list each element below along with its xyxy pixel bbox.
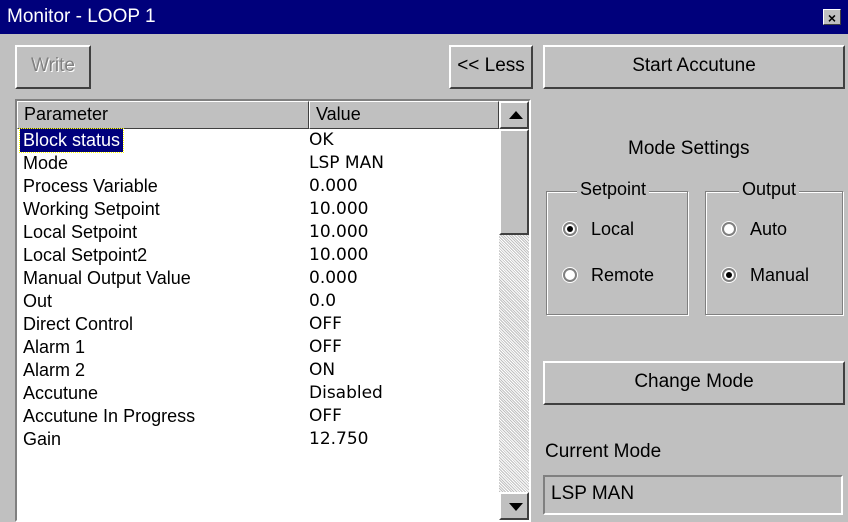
row-value: Disabled [309, 383, 383, 403]
column-header-value[interactable]: Value [309, 101, 499, 129]
radio-remote-indicator[interactable] [563, 268, 577, 282]
table-row[interactable]: Block status OK [17, 128, 499, 153]
table-row[interactable]: Alarm 1 OFF [17, 336, 499, 359]
parameter-list[interactable]: Parameter Value Block status OK Mode LSP MA… [15, 99, 531, 522]
close-icon: × [827, 10, 837, 26]
row-parameter: Out [23, 291, 53, 311]
arrow-down-icon [509, 503, 523, 511]
radio-auto-indicator[interactable] [722, 222, 736, 236]
window-title: Monitor - LOOP 1 [7, 6, 156, 27]
row-parameter: Alarm 1 [23, 337, 86, 357]
radio-remote-label: Remote [591, 265, 655, 285]
radio-manual-label: Manual [750, 265, 810, 285]
row-parameter: Process Variable [23, 176, 158, 196]
row-parameter: Local Setpoint [23, 222, 138, 242]
radio-auto[interactable]: Auto [722, 219, 787, 240]
table-row[interactable]: Direct Control OFF [17, 313, 499, 336]
radio-local-indicator[interactable] [563, 222, 577, 236]
table-row[interactable]: Out 0.0 [17, 290, 499, 313]
row-parameter: Gain [23, 429, 62, 449]
table-row[interactable]: Local Setpoint 10.000 [17, 221, 499, 244]
row-parameter: Accutune In Progress [23, 406, 196, 426]
row-parameter: Working Setpoint [23, 199, 160, 219]
write-button[interactable]: Write [15, 45, 91, 89]
title-bar: Monitor - LOOP 1 × [0, 0, 848, 34]
row-parameter: Block status [18, 128, 125, 153]
close-button[interactable]: × [823, 9, 841, 26]
row-value: OK [309, 130, 334, 150]
change-mode-label: Change Mode [634, 371, 754, 392]
table-row[interactable]: Accutune Disabled [17, 382, 499, 405]
table-row[interactable]: Accutune In Progress OFF [17, 405, 499, 428]
row-value: 0.000 [309, 268, 358, 288]
table-row[interactable]: Alarm 2 ON [17, 359, 499, 382]
write-button-label: Write [31, 55, 75, 76]
less-button-label: << Less [457, 55, 525, 76]
current-mode-value: LSP MAN [551, 483, 635, 504]
less-button[interactable]: << Less [449, 45, 533, 89]
radio-local-label: Local [591, 219, 635, 239]
radio-manual[interactable]: Manual [722, 265, 809, 286]
row-value: OFF [309, 406, 342, 426]
current-mode-field: LSP MAN [543, 475, 843, 515]
arrow-up-icon [509, 111, 523, 119]
row-value: 10.000 [309, 245, 369, 265]
radio-remote[interactable]: Remote [563, 265, 654, 286]
start-accutune-label: Start Accutune [632, 55, 756, 76]
scroll-up-button[interactable] [499, 101, 529, 129]
row-parameter: Local Setpoint2 [23, 245, 148, 265]
row-value: OFF [309, 314, 342, 334]
table-row[interactable]: Mode LSP MAN [17, 152, 499, 175]
start-accutune-button[interactable]: Start Accutune [543, 45, 845, 89]
row-value: 0.0 [309, 291, 337, 311]
row-value: 10.000 [309, 222, 369, 242]
table-row[interactable]: Process Variable 0.000 [17, 175, 499, 198]
row-value: LSP MAN [309, 153, 384, 173]
table-row[interactable]: Manual Output Value 0.000 [17, 267, 499, 290]
mode-settings-title: Mode Settings [628, 138, 750, 159]
radio-local[interactable]: Local [563, 219, 634, 240]
column-header-parameter[interactable]: Parameter [17, 101, 309, 129]
table-row[interactable]: Local Setpoint2 10.000 [17, 244, 499, 267]
row-value: ON [309, 360, 336, 380]
output-group: Output Auto Manual [705, 179, 843, 315]
table-row[interactable]: Gain 12.750 [17, 428, 499, 451]
row-parameter: Direct Control [23, 314, 134, 334]
scroll-thumb[interactable] [499, 129, 529, 235]
row-parameter: Mode [23, 153, 69, 173]
radio-auto-label: Auto [750, 219, 788, 239]
row-value: OFF [309, 337, 342, 357]
row-value: 0.000 [309, 176, 358, 196]
setpoint-group-title: Setpoint [577, 179, 650, 200]
row-parameter: Manual Output Value [23, 268, 191, 288]
row-parameter: Alarm 2 [23, 360, 86, 380]
row-parameter: Accutune [23, 383, 99, 403]
current-mode-label: Current Mode [545, 441, 662, 462]
setpoint-group: Setpoint Local Remote [546, 179, 688, 315]
change-mode-button[interactable]: Change Mode [543, 361, 845, 405]
vertical-scrollbar[interactable] [499, 101, 529, 520]
row-value: 10.000 [309, 199, 369, 219]
table-row[interactable]: Working Setpoint 10.000 [17, 198, 499, 221]
output-group-title: Output [739, 179, 800, 200]
parameter-rows: Block status OK Mode LSP MAN Process Variabl… [17, 128, 499, 451]
radio-manual-indicator[interactable] [722, 268, 736, 282]
scroll-down-button[interactable] [499, 492, 529, 520]
row-value: 12.750 [309, 429, 369, 449]
